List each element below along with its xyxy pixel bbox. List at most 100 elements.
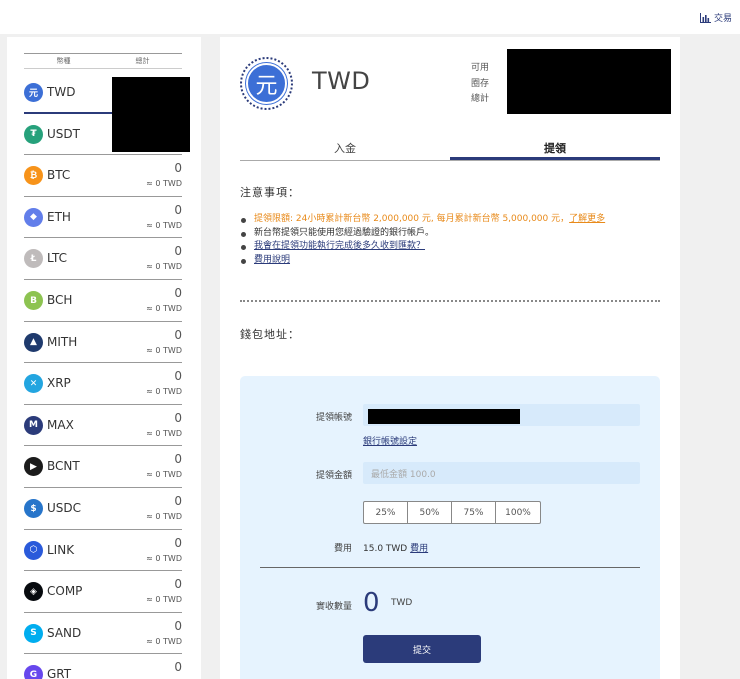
sand-icon: S — [24, 623, 43, 643]
eth-icon: ◆ — [24, 207, 43, 227]
bch-icon: B — [24, 291, 43, 310]
col-currency-header: 幣種 — [56, 57, 71, 65]
coin-row-ltc[interactable]: Ł LTC 0 ≈ 0 TWD — [24, 238, 182, 280]
twd-currency-icon: 元 — [246, 63, 287, 104]
coin-balance: 0 — [174, 244, 182, 259]
coin-row-usdc[interactable]: $ USDC 0 ≈ 0 TWD — [24, 488, 182, 530]
deposit-withdraw-tabs: 入金 提領 — [240, 137, 660, 161]
coin-name: BTC — [47, 168, 71, 183]
coin-row-grt[interactable]: G GRT 0 — [24, 654, 182, 679]
note-bank-only: 新台幣提領只能使用您經過驗證的銀行帳戶。 — [240, 227, 660, 241]
notes-title: 注意事項： — [240, 186, 300, 199]
balance-labels: 可用 圈存 總計 — [471, 61, 489, 108]
note-limit-text: 提領限額: 24小時累計新台幣 2,000,000 元, 每月累計新台幣 5,0… — [254, 214, 570, 224]
account-field[interactable] — [363, 404, 640, 426]
coin-name: ETH — [47, 209, 71, 224]
mith-icon: ▲ — [24, 332, 43, 352]
coin-twd-value: ≈ 0 TWD — [146, 636, 182, 646]
redacted-balance — [112, 77, 190, 152]
note-limit: 提領限額: 24小時累計新台幣 2,000,000 元, 每月累計新台幣 5,0… — [240, 213, 660, 227]
coin-row-link[interactable]: ⬡ LINK 0 ≈ 0 TWD — [24, 530, 182, 572]
coin-twd-value: ≈ 0 TWD — [146, 470, 182, 480]
coin-name: USDT — [47, 126, 80, 141]
coin-balance: 0 — [174, 202, 182, 217]
coin-balance: 0 — [174, 327, 182, 342]
coin-name: BCH — [47, 293, 73, 307]
submit-button[interactable]: 提交 — [363, 635, 481, 663]
tab-withdraw[interactable]: 提領 — [450, 137, 660, 160]
percent-100-button[interactable]: 100% — [496, 502, 540, 523]
top-bar: 交易 — [0, 0, 740, 34]
coin-name: GRT — [47, 667, 72, 679]
currency-title: TWD — [312, 67, 371, 95]
bar-chart-icon — [699, 12, 711, 23]
twd-icon: 元 — [24, 83, 43, 102]
currency-sidebar: 幣種 總計 元 TWD ₮ USDT ₿ BTC 0 ≈ 0 TWD ◆ ETH 0 ≈ 0 TWD Ł… — [7, 37, 201, 679]
receive-label: 實收數量 — [315, 602, 352, 612]
redacted-account — [368, 409, 520, 424]
ltc-icon: Ł — [24, 249, 43, 269]
comp-icon: ◈ — [24, 582, 43, 602]
coin-twd-value: ≈ 0 TWD — [146, 220, 182, 230]
usdt-icon: ₮ — [24, 124, 43, 144]
xrp-icon: ✕ — [24, 374, 43, 394]
coin-twd-value: ≈ 0 TWD — [146, 428, 182, 438]
coin-twd-value: ≈ 0 TWD — [146, 387, 182, 397]
how-long-link[interactable]: 我會在提領功能執行完成後多久收到匯款？ — [254, 241, 425, 251]
coin-twd-value: ≈ 0 TWD — [146, 512, 182, 521]
learn-more-link[interactable]: 了解更多 — [569, 214, 605, 224]
wallet-address-label: 錢包地址： — [240, 328, 300, 341]
coin-row-xrp[interactable]: ✕ XRP 0 ≈ 0 TWD — [24, 363, 182, 405]
total-label: 總計 — [471, 94, 490, 104]
account-label: 提領帳號 — [315, 413, 352, 423]
main-panel: 元 TWD 可用 圈存 總計 入金 提領 注意事項： 提領限額: 24小時累計新… — [220, 37, 680, 679]
coin-balance: 0 — [174, 161, 182, 176]
redacted-balances — [507, 49, 671, 114]
coin-name: LINK — [47, 542, 75, 557]
coin-name: MITH — [47, 334, 78, 349]
bank-account-settings-link[interactable]: 銀行帳號設定 — [363, 434, 417, 447]
coin-balance: 0 — [174, 494, 182, 508]
coin-balance: 0 — [174, 452, 182, 467]
coin-balance: 0 — [174, 535, 182, 550]
link-icon: ⬡ — [24, 540, 43, 560]
coin-name: LTC — [47, 251, 68, 266]
coin-name: XRP — [47, 376, 71, 391]
coin-row-max[interactable]: M MAX 0 ≈ 0 TWD — [24, 405, 182, 447]
percent-50-button[interactable]: 50% — [408, 502, 452, 523]
coin-name: USDC — [47, 501, 82, 515]
coin-row-bch[interactable]: B BCH 0 ≈ 0 TWD — [24, 280, 182, 322]
coin-row-sand[interactable]: S SAND 0 ≈ 0 TWD — [24, 613, 182, 655]
tab-deposit[interactable]: 入金 — [240, 137, 450, 160]
note-fee: 費用說明 — [240, 254, 660, 268]
notes-list: 提領限額: 24小時累計新台幣 2,000,000 元, 每月累計新台幣 5,0… — [240, 213, 660, 267]
coin-balance: 0 — [174, 369, 182, 384]
coin-twd-value: ≈ 0 TWD — [146, 595, 182, 605]
coin-balance: 0 — [174, 410, 182, 425]
coin-name: SAND — [47, 625, 82, 640]
locked-label: 圈存 — [471, 78, 490, 89]
fee-link[interactable]: 費用 — [410, 544, 428, 554]
percent-25-button[interactable]: 25% — [364, 502, 408, 523]
coin-balance: 0 — [174, 577, 182, 592]
col-total-header: 總計 — [135, 57, 150, 65]
receive-unit: TWD — [391, 598, 413, 608]
coin-row-eth[interactable]: ◆ ETH 0 ≈ 0 TWD — [24, 197, 182, 239]
percent-75-button[interactable]: 75% — [452, 502, 496, 523]
trade-label: 交易 — [713, 14, 732, 24]
coin-twd-value: ≈ 0 TWD — [146, 179, 182, 189]
coin-name: TWD — [47, 85, 76, 99]
coin-row-mith[interactable]: ▲ MITH 0 ≈ 0 TWD — [24, 322, 182, 364]
coin-row-btc[interactable]: ₿ BTC 0 ≈ 0 TWD — [24, 155, 182, 197]
btc-icon: ₿ — [24, 166, 43, 186]
coin-twd-value: ≈ 0 TWD — [146, 553, 182, 563]
coin-row-comp[interactable]: ◈ COMP 0 ≈ 0 TWD — [24, 571, 182, 613]
amount-field[interactable]: 最低金額 100.0 — [363, 462, 640, 484]
coin-name: BCNT — [47, 459, 80, 474]
trade-link[interactable]: 交易 — [699, 11, 732, 24]
receive-amount: 0 — [363, 588, 380, 618]
available-label: 可用 — [471, 63, 490, 73]
coin-row-bcnt[interactable]: ▶ BCNT 0 ≈ 0 TWD — [24, 446, 182, 488]
form-divider — [260, 567, 640, 568]
fee-explanation-link[interactable]: 費用說明 — [254, 255, 290, 265]
